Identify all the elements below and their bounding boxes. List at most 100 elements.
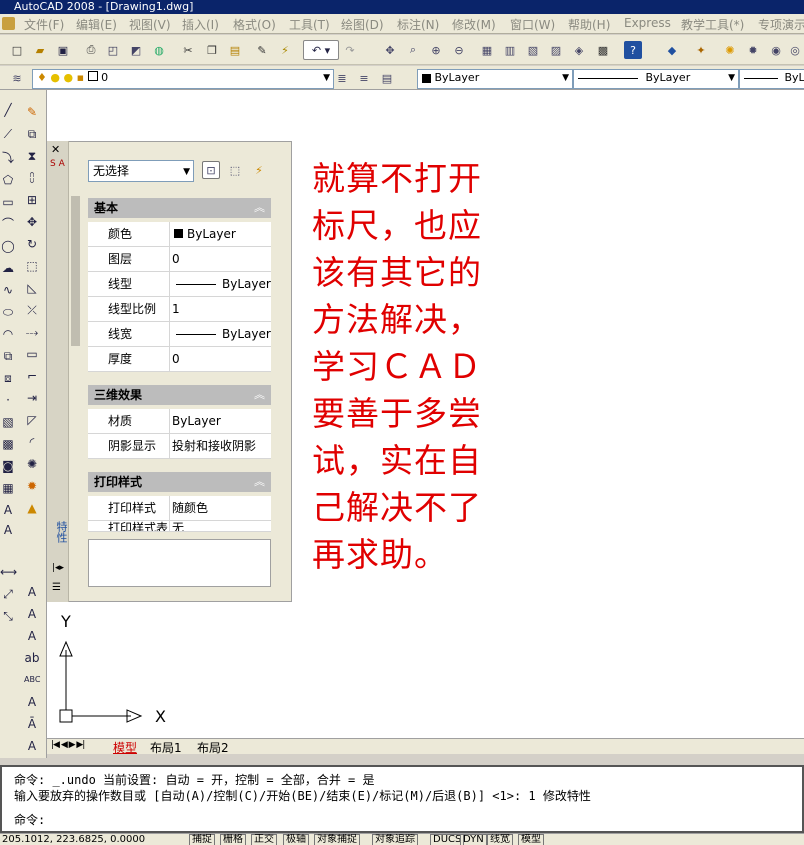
cone-icon[interactable]: ▲: [24, 500, 40, 516]
lightbulb-icon[interactable]: ✹: [744, 41, 762, 59]
render-icon[interactable]: ✦: [692, 41, 710, 59]
offset-icon[interactable]: ⩇: [24, 170, 40, 186]
properties-icon[interactable]: ▦: [478, 41, 496, 59]
region-icon[interactable]: ◙: [0, 458, 16, 474]
new-icon[interactable]: □: [8, 41, 26, 59]
sheet-set-icon[interactable]: ▨: [547, 41, 565, 59]
circle-icon[interactable]: ◯: [0, 238, 16, 254]
markup-icon[interactable]: ◈: [570, 41, 588, 59]
otrack-toggle[interactable]: 对象追踪: [372, 834, 418, 845]
property-row-linetype[interactable]: 线型 ByLayer: [88, 272, 271, 297]
pan-icon[interactable]: ✥: [381, 41, 399, 59]
property-row-shadow[interactable]: 阴影显示 投射和接收阴影: [88, 434, 271, 459]
linetype-combo[interactable]: ByLayer ▼: [573, 69, 739, 89]
polar-toggle[interactable]: 极轴: [283, 834, 309, 845]
tool-palettes-icon[interactable]: ▧: [524, 41, 542, 59]
insert-block-icon[interactable]: ⧉: [0, 348, 16, 364]
layer-combo[interactable]: ♦ ● ● ▪ 0 ▼: [32, 69, 334, 89]
move-icon[interactable]: ✥: [24, 214, 40, 230]
ellipse-arc-icon[interactable]: ◠: [0, 326, 16, 342]
construction-line-icon[interactable]: ⟋: [0, 126, 16, 142]
dyn-toggle[interactable]: DYN: [460, 834, 487, 845]
close-icon[interactable]: ✕: [51, 143, 60, 156]
cut-icon[interactable]: ✂: [179, 41, 197, 59]
property-row-color[interactable]: 颜色 ByLayer: [88, 222, 271, 247]
revision-cloud-icon[interactable]: ☁: [0, 260, 16, 276]
text-fit-icon[interactable]: A: [24, 738, 40, 754]
light-icon[interactable]: ✺: [721, 41, 739, 59]
menu-express[interactable]: Express: [624, 16, 671, 30]
stretch-icon[interactable]: ◺: [24, 280, 40, 296]
justify-text-icon[interactable]: A: [24, 694, 40, 710]
mirror-icon[interactable]: ⧗: [24, 148, 40, 164]
undo-icon[interactable]: ↶ ▾: [303, 40, 339, 60]
section-plot-style-header[interactable]: 打印样式 ︽: [88, 472, 271, 492]
gradient-icon[interactable]: ▩: [0, 436, 16, 452]
layer-states-icon[interactable]: ▤: [378, 69, 396, 87]
trim-icon[interactable]: ⤫: [24, 302, 40, 318]
zoom-window-icon[interactable]: ⊕: [427, 41, 445, 59]
copy-icon[interactable]: ❐: [203, 41, 221, 59]
rectangle-icon[interactable]: ▭: [0, 194, 16, 210]
tab-model[interactable]: 模型: [113, 739, 137, 756]
open-icon[interactable]: ▰: [31, 41, 49, 59]
property-row-thickness[interactable]: 厚度 0: [88, 347, 271, 372]
menu-insert[interactable]: 插入(I): [182, 16, 219, 33]
polygon-icon[interactable]: ⬠: [0, 172, 16, 188]
scale-icon[interactable]: ⬚: [24, 258, 40, 274]
block-editor-icon[interactable]: ⚡: [276, 41, 294, 59]
menu-tools[interactable]: 工具(T): [289, 16, 330, 33]
line-icon[interactable]: ╱: [0, 102, 16, 118]
break-point-icon[interactable]: ▭: [24, 346, 40, 362]
make-block-icon[interactable]: ⧈: [0, 370, 16, 386]
match-properties-icon[interactable]: ✎: [253, 41, 271, 59]
paste-icon[interactable]: ▤: [226, 41, 244, 59]
menu-modify[interactable]: 修改(M): [452, 16, 496, 33]
fillet-icon[interactable]: ◜: [24, 434, 40, 450]
array-icon[interactable]: ⊞: [24, 192, 40, 208]
tab-nav-arrows-icon[interactable]: |◀ ◀ ▶ ▶|: [51, 740, 85, 750]
dim-edit-icon[interactable]: ⤢: [0, 586, 16, 602]
help-icon[interactable]: ?: [624, 41, 642, 59]
palette-title-strip[interactable]: ✕ S A 特性 |◂▸ ☰: [47, 141, 69, 602]
palette-autohide-icon[interactable]: |◂▸: [52, 563, 64, 573]
dim-style-icon[interactable]: ⤡: [0, 608, 16, 624]
dimension-icon[interactable]: ⟷: [0, 564, 17, 580]
property-row-plot-style[interactable]: 打印样式 随颜色: [88, 496, 271, 521]
redo-icon[interactable]: ↷: [341, 41, 359, 59]
tab-layout1[interactable]: 布局1: [150, 739, 182, 756]
property-row-lineweight[interactable]: 线宽 ByLayer: [88, 322, 271, 347]
tab-layout2[interactable]: 布局2: [197, 739, 229, 756]
join-icon[interactable]: ⇥: [24, 390, 40, 406]
make-current-layer-icon[interactable]: ≣: [333, 69, 351, 87]
text-frame-icon[interactable]: Ā: [24, 716, 40, 732]
layer-manager-icon[interactable]: ≋: [8, 69, 26, 87]
command-prompt[interactable]: 命令:: [14, 811, 45, 828]
menu-dimension[interactable]: 标注(N): [397, 16, 439, 33]
app-icon[interactable]: [2, 17, 15, 30]
3d-icon[interactable]: ◆: [663, 41, 681, 59]
property-row-material[interactable]: 材质 ByLayer: [88, 409, 271, 434]
design-center-icon[interactable]: ▥: [501, 41, 519, 59]
publish-icon[interactable]: ◩: [127, 41, 145, 59]
menu-view[interactable]: 视图(V): [129, 16, 171, 33]
chamfer-icon[interactable]: ◸: [24, 412, 40, 428]
color-combo[interactable]: ByLayer ▼: [417, 69, 573, 89]
menu-help[interactable]: 帮助(H): [568, 16, 610, 33]
menu-teaching-tools[interactable]: 教学工具(*): [681, 16, 744, 33]
erase-icon[interactable]: ✎: [24, 104, 40, 120]
menu-window[interactable]: 窗口(W): [510, 16, 555, 33]
ellipse-icon[interactable]: ⬭: [0, 304, 16, 320]
explode-icon[interactable]: ✺: [24, 456, 40, 472]
lineweight-toggle[interactable]: 线宽: [487, 834, 513, 845]
menu-format[interactable]: 格式(O): [233, 16, 276, 33]
hatch-icon[interactable]: ▧: [0, 414, 16, 430]
materials-icon[interactable]: ◉: [767, 41, 785, 59]
section-basic-header[interactable]: 基本 ︽: [88, 198, 271, 218]
osnap-toggle[interactable]: 对象捕捉: [314, 834, 360, 845]
copy-object-icon[interactable]: ⧉: [24, 126, 40, 142]
text-icon[interactable]: A: [0, 522, 16, 538]
render-settings-icon[interactable]: ◎: [786, 41, 804, 59]
quick-select-icon[interactable]: ⚡: [250, 161, 268, 179]
property-row-plot-style-table[interactable]: 打印样式表 无: [88, 521, 271, 532]
